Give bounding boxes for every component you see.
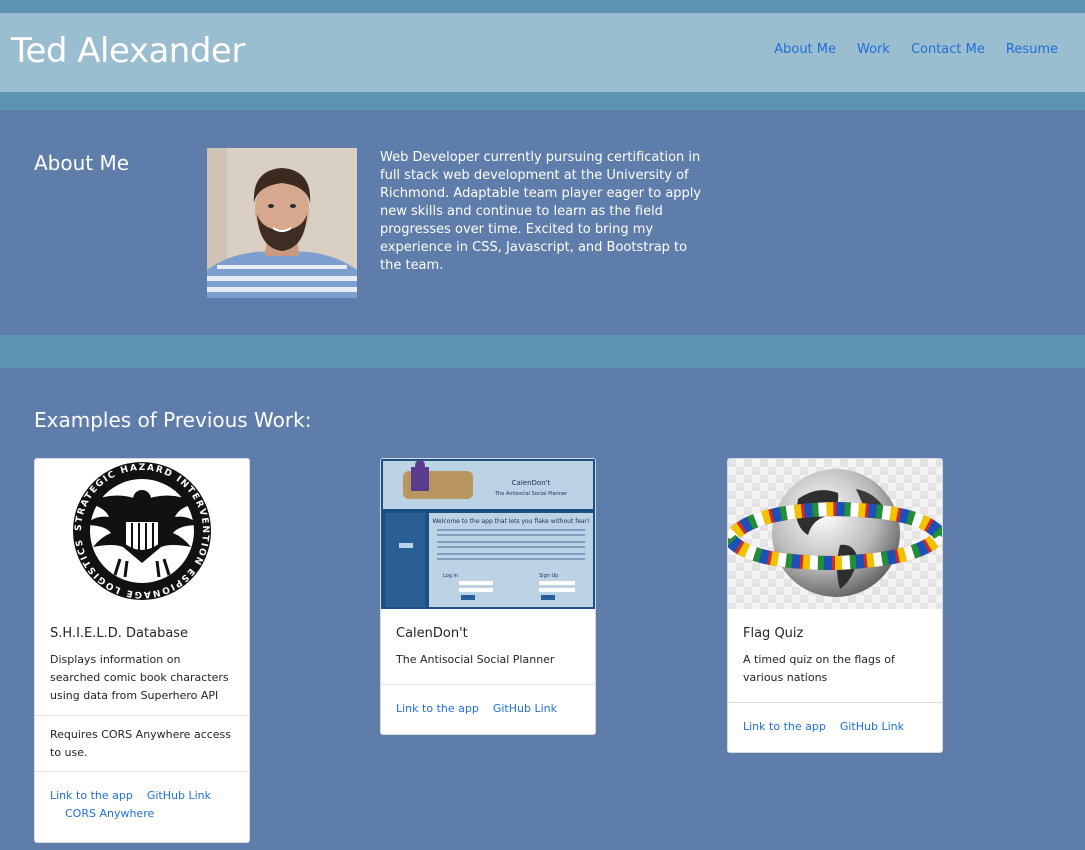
- app-link[interactable]: Link to the app: [50, 789, 133, 802]
- divider-band: [0, 335, 1085, 368]
- card-links: Link to the app GitHub Link CORS Anywhere: [35, 772, 249, 823]
- card-title: CalenDon't: [396, 626, 468, 641]
- card-title: Flag Quiz: [743, 626, 804, 641]
- calendont-screenshot: CalenDon't The Antisocial Social Planner…: [381, 459, 595, 609]
- cors-anywhere-link[interactable]: CORS Anywhere: [65, 807, 154, 820]
- project-card-shield: STRATEGIC HAZARD INTERVENTION ESPIONAGE …: [34, 458, 250, 843]
- card-description: Displays information on searched comic b…: [50, 653, 229, 702]
- nav-about-me[interactable]: About Me: [774, 42, 836, 57]
- screenshot-welcome: Welcome to the app that lets you flake w…: [432, 518, 589, 525]
- app-link[interactable]: Link to the app: [743, 720, 826, 733]
- card-title: S.H.I.E.L.D. Database: [50, 626, 189, 641]
- nav-work[interactable]: Work: [857, 42, 890, 57]
- card-body: CalenDon't The Antisocial Social Planner: [381, 609, 595, 684]
- main-nav: About Me Work Contact Me Resume: [753, 42, 1058, 57]
- card-body: S.H.I.E.L.D. Database Displays informati…: [35, 609, 249, 715]
- card-description: The Antisocial Social Planner: [396, 653, 555, 666]
- screenshot-app-name: CalenDon't: [512, 479, 551, 487]
- screenshot-login: Log in: [443, 573, 458, 579]
- screenshot-signup: Sign Up: [539, 573, 558, 579]
- site-title: Ted Alexander: [11, 31, 245, 71]
- flag-globe-image: [728, 459, 942, 609]
- nav-resume[interactable]: Resume: [1006, 42, 1058, 57]
- profile-photo: [207, 148, 357, 298]
- work-section: Examples of Previous Work: STRATEGIC HAZ…: [0, 368, 1085, 850]
- app-link[interactable]: Link to the app: [396, 702, 479, 715]
- top-band: [0, 0, 1085, 13]
- about-section: About Me Web Developer currently pursuin…: [0, 110, 1085, 335]
- work-heading: Examples of Previous Work:: [34, 408, 312, 432]
- github-link[interactable]: GitHub Link: [493, 702, 557, 715]
- site-header: Ted Alexander About Me Work Contact Me R…: [0, 13, 1085, 92]
- screenshot-tagline: The Antisocial Social Planner: [494, 491, 568, 497]
- project-card-flag-quiz: Flag Quiz A timed quiz on the flags of v…: [727, 458, 943, 753]
- github-link[interactable]: GitHub Link: [147, 789, 211, 802]
- github-link[interactable]: GitHub Link: [840, 720, 904, 733]
- card-links: Link to the app GitHub Link: [728, 703, 942, 736]
- card-description: A timed quiz on the flags of various nat…: [743, 653, 895, 684]
- project-card-calendont: CalenDon't The Antisocial Social Planner…: [380, 458, 596, 735]
- card-note: Requires CORS Anywhere access to use.: [50, 728, 232, 759]
- about-text: Web Developer currently pursuing certifi…: [380, 150, 702, 273]
- about-heading: About Me: [34, 151, 130, 175]
- nav-contact-me[interactable]: Contact Me: [911, 42, 985, 57]
- card-body: Flag Quiz A timed quiz on the flags of v…: [728, 609, 942, 702]
- card-links: Link to the app GitHub Link: [381, 685, 595, 718]
- shield-logo-image: STRATEGIC HAZARD INTERVENTION ESPIONAGE …: [35, 459, 249, 609]
- divider-band: [0, 92, 1085, 110]
